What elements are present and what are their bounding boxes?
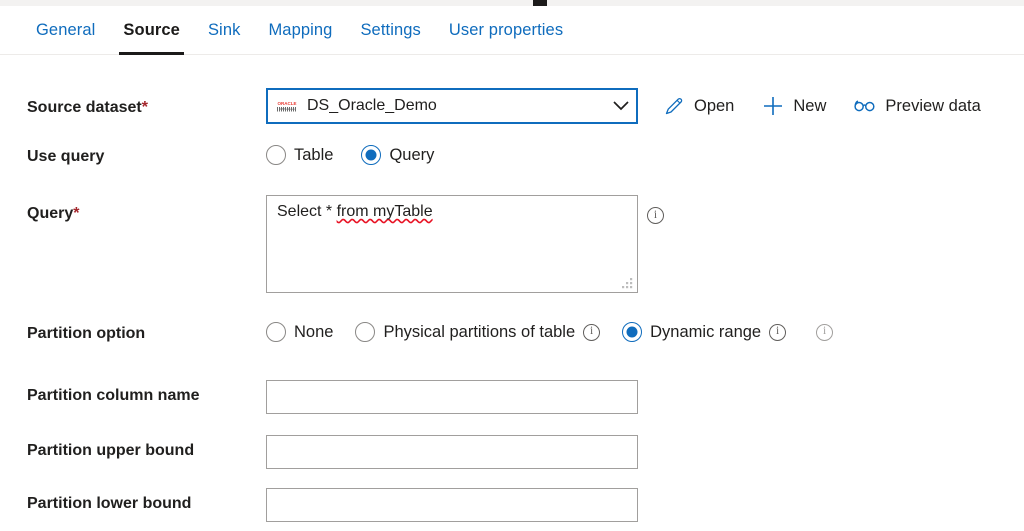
partition-upper-bound-row: Partition upper bound <box>0 435 1024 469</box>
tab-mapping-label: Mapping <box>268 21 333 39</box>
radio-partition-dynamic-range-label: Dynamic range <box>650 322 762 341</box>
tab-general-label: General <box>36 21 96 39</box>
radio-partition-dynamic-range[interactable]: Dynamic range i <box>622 322 787 342</box>
partition-upper-bound-label: Partition upper bound <box>27 442 195 459</box>
tab-list: General Source Sink Mapping Settings Use… <box>22 6 577 55</box>
partition-option-row: Partition option None Physical partition… <box>0 322 1024 350</box>
tab-settings-label: Settings <box>360 21 421 39</box>
radio-indicator <box>355 322 376 342</box>
partition-column-name-row: Partition column name <box>0 380 1024 414</box>
partition-lower-bound-input[interactable] <box>266 488 638 522</box>
svg-text:ORACLE: ORACLE <box>278 101 297 106</box>
radio-partition-physical-label: Physical partitions of table <box>383 322 576 341</box>
partition-option-label-text: Partition option <box>27 325 146 342</box>
new-button[interactable]: New <box>754 89 834 123</box>
partition-option-radio-group: None Physical partitions of table i Dyna… <box>266 322 834 342</box>
partition-column-name-label: Partition column name <box>27 387 200 404</box>
pencil-icon <box>663 95 685 117</box>
tab-user-properties-label: User properties <box>448 21 564 39</box>
source-dataset-label: Source dataset* <box>27 99 148 117</box>
partition-option-label: Partition option <box>27 325 145 343</box>
use-query-label: Use query <box>27 148 104 166</box>
query-label-text: Query <box>27 205 74 222</box>
partition-option-trailing-info-icon[interactable]: i <box>816 323 834 341</box>
partition-physical-info-icon[interactable]: i <box>583 323 601 341</box>
plus-icon <box>762 95 784 117</box>
tab-mapping[interactable]: Mapping <box>254 6 346 55</box>
tab-source[interactable]: Source <box>109 6 194 55</box>
source-dataset-row: Source dataset* ORACLE DATABASE <box>0 88 1024 128</box>
radio-use-query-query[interactable]: Query <box>361 145 434 165</box>
use-query-radio-group: Table Query <box>266 145 434 165</box>
required-asterisk: * <box>73 205 80 222</box>
partition-upper-bound-input[interactable] <box>266 435 638 469</box>
query-row: Query* Select * from myTable i <box>0 195 1024 295</box>
tab-general[interactable]: General <box>22 6 109 55</box>
partition-dynamic-range-info-icon[interactable]: i <box>769 323 787 341</box>
partition-column-name-input[interactable] <box>266 380 638 414</box>
query-label: Query* <box>27 205 79 223</box>
chevron-down-icon[interactable] <box>606 101 636 111</box>
resize-handle-icon[interactable] <box>622 277 634 289</box>
open-button-label: Open <box>694 96 735 115</box>
radio-indicator <box>361 145 382 165</box>
source-dataset-label-text: Source dataset <box>27 99 142 116</box>
preview-data-button-label: Preview data <box>885 96 981 115</box>
open-button[interactable]: Open <box>655 89 742 123</box>
oracle-logo-icon: ORACLE DATABASE <box>276 99 298 113</box>
radio-use-query-query-label: Query <box>389 145 435 164</box>
query-text-misspelled: from myTable <box>336 203 433 220</box>
partition-lower-bound-label: Partition lower bound <box>27 495 192 512</box>
radio-use-query-table-label: Table <box>294 145 334 164</box>
tab-bar: General Source Sink Mapping Settings Use… <box>0 6 1024 55</box>
partition-lower-bound-row: Partition lower bound <box>0 488 1024 522</box>
radio-indicator <box>266 145 286 165</box>
tab-user-properties[interactable]: User properties <box>435 6 577 55</box>
radio-use-query-table[interactable]: Table <box>266 145 333 165</box>
use-query-label-text: Use query <box>27 148 105 165</box>
tab-sink[interactable]: Sink <box>194 6 255 55</box>
tab-settings[interactable]: Settings <box>346 6 434 55</box>
tab-sink-label: Sink <box>207 21 241 39</box>
source-dataset-value: DS_Oracle_Demo <box>307 97 437 114</box>
source-settings-form: Source dataset* ORACLE DATABASE <box>0 55 1024 531</box>
radio-partition-none[interactable]: None <box>266 322 333 342</box>
source-dataset-combobox[interactable]: ORACLE DATABASE <box>266 88 638 124</box>
use-query-row: Use query Table Query <box>0 145 1024 173</box>
tab-source-label: Source <box>123 21 180 39</box>
query-text-prefix: Select * <box>277 203 337 220</box>
preview-data-button[interactable]: Preview data <box>846 89 988 123</box>
query-textarea-value: Select * from myTable <box>277 203 433 221</box>
radio-indicator <box>266 322 286 342</box>
dataset-command-bar: Open New Preview data <box>655 88 1001 124</box>
query-textarea[interactable]: Select * from myTable <box>266 195 638 293</box>
radio-partition-none-label: None <box>294 322 334 341</box>
glasses-icon <box>854 95 876 117</box>
query-info-icon[interactable]: i <box>647 207 664 224</box>
radio-partition-physical[interactable]: Physical partitions of table i <box>355 322 601 342</box>
radio-indicator <box>622 322 643 342</box>
new-button-label: New <box>793 96 827 115</box>
required-asterisk: * <box>141 99 148 116</box>
